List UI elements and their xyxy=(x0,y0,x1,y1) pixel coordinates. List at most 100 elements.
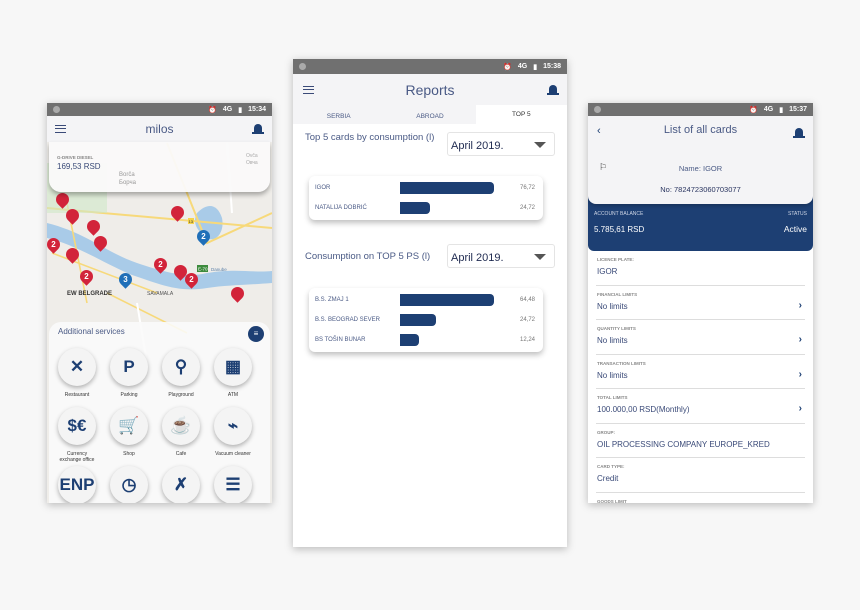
map-label: EW BELGRADE xyxy=(67,291,112,297)
tab-top5[interactable]: TOP 5 xyxy=(475,105,567,124)
chart-title: Consumption on TOP 5 PS (l) xyxy=(305,251,431,262)
parking-icon: P xyxy=(110,348,148,386)
bar xyxy=(400,314,437,326)
service-vacuum-cleaner[interactable]: ⌁ Vacuum cleaner xyxy=(213,407,253,457)
back-icon[interactable]: ‹ xyxy=(597,125,601,137)
field-total-limits[interactable]: TOTAL LIMITS 100.000,00 RSD(Monthly) › xyxy=(596,389,805,424)
chart-row: B.S. ZMAJ 1 64,48 xyxy=(309,290,543,310)
alarm-icon: ⏰ xyxy=(503,63,512,71)
service-item-11[interactable]: ☰ xyxy=(213,466,253,503)
additional-services-panel: Additional services ≡ ✕ Restaurant P Parkin… xyxy=(49,322,270,503)
service-playground[interactable]: ⚲ Playground xyxy=(161,348,201,398)
bar xyxy=(400,182,494,194)
map-label: 13 xyxy=(189,219,194,224)
hamburger-icon[interactable] xyxy=(55,125,66,133)
battery-icon: ▮ xyxy=(533,63,538,71)
status-bar: ⏰ 4G ▮ 15:38 xyxy=(293,59,567,74)
card-header: ‹ List of all cards ⚐ Name: IGOR No: 782… xyxy=(588,116,813,204)
service-item-10[interactable]: ✗ xyxy=(161,466,201,503)
map-label-danube: Danube xyxy=(211,267,227,272)
service-atm[interactable]: ▦ ATM xyxy=(213,348,253,398)
tab-serbia[interactable]: SERBIA xyxy=(293,105,384,124)
bench-icon: ☰ xyxy=(214,466,252,503)
chart-row: B.S. BEOGRAD SEVER 24,72 xyxy=(309,310,543,330)
map-label: Borča xyxy=(119,172,135,178)
network-label: 4G xyxy=(222,106,233,113)
service-shop[interactable]: 🛒 Shop xyxy=(109,407,149,457)
field-value: No limits xyxy=(597,370,628,380)
map-pin[interactable]: 3 xyxy=(116,270,135,289)
field-label: CARD TYPE: xyxy=(597,464,625,469)
bell-icon[interactable] xyxy=(252,123,264,135)
period-select[interactable]: April 2019. xyxy=(447,132,555,156)
cart-icon: 🛒 xyxy=(110,407,148,445)
phone-reports-screen: ⏰ 4G ▮ 15:38 Reports SERBIA ABROAD TOP 5… xyxy=(293,59,567,547)
bell-icon[interactable] xyxy=(793,127,805,139)
fuel-price: 169,53 RSD xyxy=(57,162,101,171)
alarm-icon: ⏰ xyxy=(749,106,758,114)
service-restaurant[interactable]: ✕ Restaurant xyxy=(57,348,97,398)
status-bar: ⏰ 4G ▮ 15:34 xyxy=(47,103,272,116)
page-title: milos xyxy=(145,122,174,136)
notification-dot-icon xyxy=(594,106,601,113)
period-select[interactable]: April 2019. xyxy=(447,244,555,268)
notification-dot-icon xyxy=(299,63,306,70)
field-label: TRANSACTION LIMITS xyxy=(597,360,646,366)
service-label: Shop xyxy=(123,451,135,457)
filter-icon[interactable]: ≡ xyxy=(248,326,264,342)
chevron-right-icon[interactable]: › xyxy=(799,369,802,380)
clock: 15:38 xyxy=(543,63,561,70)
field-value: No limits xyxy=(597,301,628,311)
bar-value: 12,24 xyxy=(519,337,535,343)
balance-label: ACCOUNT BALANCE xyxy=(594,211,644,217)
chart-row: BS TOŠIN BUNAR 12,24 xyxy=(309,330,543,350)
enp-icon: ENP xyxy=(58,466,96,503)
chevron-right-icon[interactable]: › xyxy=(799,334,802,345)
map-pin[interactable]: 2 xyxy=(151,255,170,274)
field-goods-limit: GOODS LIMIT xyxy=(596,493,805,504)
service-label: Vacuum cleaner xyxy=(215,451,251,457)
bar-label: B.S. BEOGRAD SEVER xyxy=(315,317,381,323)
clock: 15:34 xyxy=(248,106,266,113)
bar xyxy=(400,202,431,214)
chevron-right-icon[interactable]: › xyxy=(799,300,802,311)
fuel-price-card[interactable]: G-DRIVE DIESEL 169,53 RSD Borča Борча Ov… xyxy=(49,142,270,192)
panel-title: Additional services xyxy=(58,327,125,336)
chart-row: IGOR 76,72 xyxy=(309,178,543,198)
service-item-8[interactable]: ENP xyxy=(57,466,97,503)
service-label: Cafe xyxy=(175,451,187,457)
swing-icon: ⚲ xyxy=(162,348,200,386)
balance-value: 5.785,61 RSD xyxy=(594,225,645,234)
phone-card-detail-screen: ⏰ 4G ▮ 15:37 ACCOUNT BALANCE 5.785,61 RS… xyxy=(588,103,813,503)
service-currency-exchange-office[interactable]: $€ Currency exchange office xyxy=(57,407,97,463)
field-transaction-limits[interactable]: TRANSACTION LIMITS No limits › xyxy=(596,355,805,389)
chart-title: Top 5 cards by consumption (l) xyxy=(305,132,435,143)
hamburger-icon[interactable] xyxy=(303,85,314,94)
status-badge: Active xyxy=(783,224,807,234)
field-financial-limits[interactable]: FINANCIAL LIMITS No limits › xyxy=(596,286,805,320)
app-header: Reports xyxy=(293,74,567,105)
map-label: E-70 xyxy=(198,267,208,272)
service-cafe[interactable]: ☕ Cafe xyxy=(161,407,201,457)
service-item-9[interactable]: ◷ xyxy=(109,466,149,503)
bar-label: BS TOŠIN BUNAR xyxy=(315,337,366,343)
field-label: QUANTITY LIMITS xyxy=(597,326,636,331)
card-number: No: 7824723060703077 xyxy=(660,185,741,194)
field-quantity-limits[interactable]: QUANTITY LIMITS No limits › xyxy=(596,320,805,355)
card-name: Name: IGOR xyxy=(678,164,723,173)
map-pin[interactable]: 2 xyxy=(77,267,96,286)
coffee-icon: ☕ xyxy=(162,407,200,445)
service-label: Parking xyxy=(120,392,138,398)
service-label: ATM xyxy=(227,392,239,398)
map-label: Ovča xyxy=(246,153,258,159)
map-label-cyrillic: Борча xyxy=(119,180,136,186)
wrench-icon: ✗ xyxy=(162,466,200,503)
bell-icon[interactable] xyxy=(547,84,559,96)
bar-value: 76,72 xyxy=(519,185,535,191)
map-pin[interactable]: 2 xyxy=(194,227,213,246)
fork-knife-icon: ✕ xyxy=(58,348,96,386)
service-parking[interactable]: P Parking xyxy=(109,348,149,398)
field-value: 100.000,00 RSD(Monthly) xyxy=(597,405,690,414)
tab-abroad[interactable]: ABROAD xyxy=(384,105,475,124)
chevron-right-icon[interactable]: › xyxy=(799,403,802,414)
